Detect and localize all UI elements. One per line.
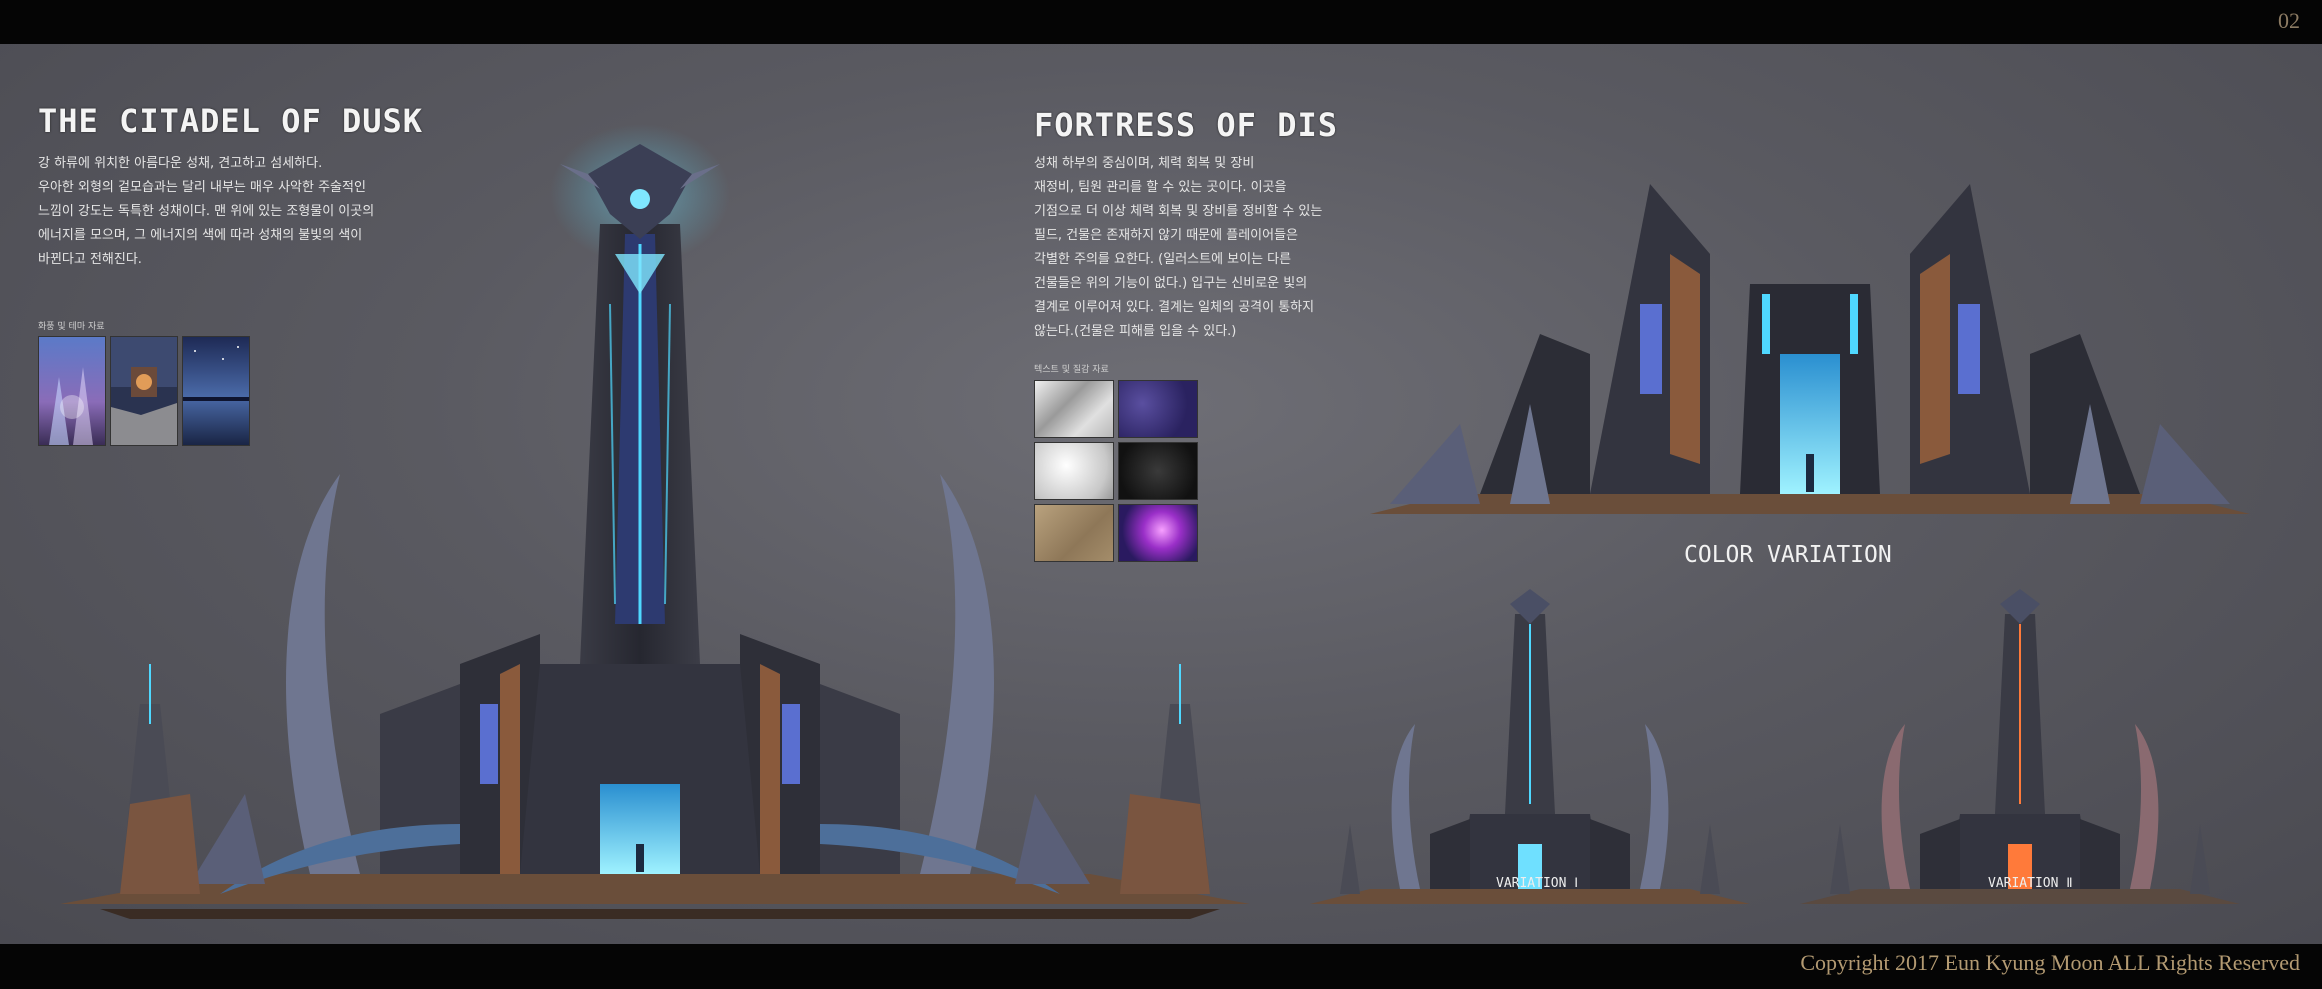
fortress-of-dis-illustration: [1370, 184, 2250, 514]
page-number: 02: [2278, 8, 2300, 33]
top-bar: 02: [0, 0, 2322, 44]
fortress-description-line: 기점으로 더 이상 체력 회복 및 장비를 정비할 수 있는: [1034, 204, 1323, 219]
texture-label: 텍스트 및 질감 자료: [1034, 365, 1109, 375]
fortress-description-line: 재정비, 팀원 관리를 할 수 있는 곳이다. 이곳을: [1034, 180, 1287, 195]
variation-2-label: VARIATION Ⅱ: [1988, 876, 2073, 891]
variation-1-label: VARIATION Ⅰ: [1496, 876, 1579, 891]
texture-swatches: [1034, 380, 1280, 562]
fortress-description: 성채 하부의 중심이며, 체력 회복 및 장비 재정비, 팀원 관리를 할 수 …: [1034, 152, 1322, 344]
fortress-description-line: 필드, 건물은 존재하지 않기 때문에 플레이어들은: [1034, 228, 1298, 243]
color-variation-title: COLOR VARIATION: [1684, 542, 1892, 568]
fortress-description-line: 않는다.(건물은 피해를 입을 수 있다.): [1034, 324, 1237, 339]
texture-silver-metal: [1034, 442, 1114, 500]
fortress-description-line: 성채 하부의 중심이며, 체력 회복 및 장비: [1034, 156, 1255, 171]
variation-1-illustration: [1310, 589, 1750, 904]
texture-sandstone: [1034, 504, 1114, 562]
texture-black-rock: [1118, 442, 1198, 500]
fortress-description-line: 건물들은 위의 기능이 없다.) 입구는 신비로운 빛의: [1034, 276, 1308, 291]
variation-2-illustration: [1800, 589, 2240, 904]
fortress-description-line: 각별한 주의를 요한다. (일러스트에 보이는 다른: [1034, 252, 1292, 267]
copyright-text: Copyright 2017 Eun Kyung Moon ALL Rights…: [1800, 950, 2300, 975]
texture-galaxy: [1118, 504, 1198, 562]
artwork-canvas: THE CITADEL OF DUSK 강 하류에 위치한 아름다운 성채, 견…: [0, 44, 2322, 944]
texture-purple-stone: [1118, 380, 1198, 438]
fortress-description-line: 결계로 이루어져 있다. 결계는 일체의 공격이 통하지: [1034, 300, 1315, 315]
bottom-bar: Copyright 2017 Eun Kyung Moon ALL Rights…: [0, 944, 2322, 989]
concept-art-page: 02 THE CITADEL OF DUSK 강 하류에 위치한 아름다운 성채…: [0, 0, 2322, 989]
texture-marble-white: [1034, 380, 1114, 438]
fortress-title: FORTRESS OF DIS: [1034, 106, 1338, 144]
